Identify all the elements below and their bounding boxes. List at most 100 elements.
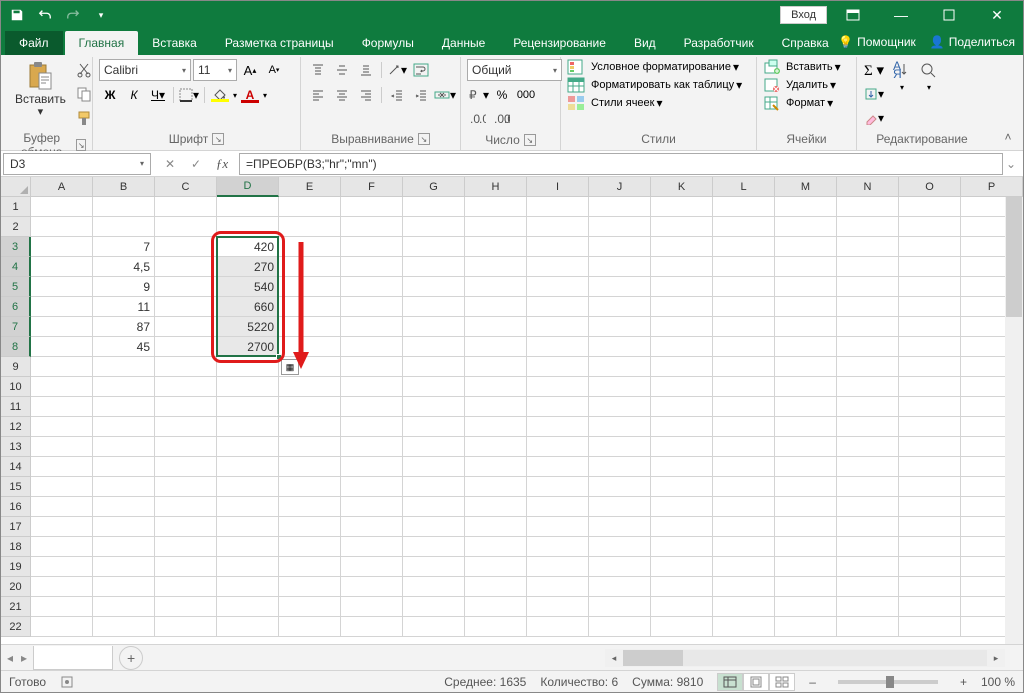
cell[interactable] bbox=[837, 597, 899, 617]
cell[interactable] bbox=[713, 497, 775, 517]
cell[interactable]: 270 bbox=[217, 257, 279, 277]
cell[interactable] bbox=[155, 577, 217, 597]
cell[interactable] bbox=[527, 277, 589, 297]
accounting-format-icon[interactable]: ₽▾ bbox=[467, 84, 489, 106]
row-header[interactable]: 13 bbox=[1, 437, 31, 457]
cell[interactable] bbox=[837, 557, 899, 577]
comma-format-icon[interactable]: 000 bbox=[515, 84, 537, 106]
view-page-layout-icon[interactable] bbox=[743, 673, 769, 691]
cell[interactable] bbox=[341, 517, 403, 537]
cell[interactable] bbox=[837, 217, 899, 237]
cell[interactable] bbox=[589, 457, 651, 477]
cell[interactable] bbox=[899, 617, 961, 637]
cell[interactable] bbox=[341, 577, 403, 597]
cell[interactable] bbox=[31, 357, 93, 377]
cell[interactable] bbox=[93, 397, 155, 417]
cell[interactable] bbox=[403, 417, 465, 437]
italic-button[interactable]: К bbox=[123, 84, 145, 106]
row-header[interactable]: 22 bbox=[1, 617, 31, 637]
cell[interactable] bbox=[155, 477, 217, 497]
cell[interactable] bbox=[155, 217, 217, 237]
cell[interactable] bbox=[31, 377, 93, 397]
cell[interactable] bbox=[899, 317, 961, 337]
cell[interactable] bbox=[31, 337, 93, 357]
cell[interactable] bbox=[403, 197, 465, 217]
cell[interactable] bbox=[899, 577, 961, 597]
cell[interactable] bbox=[93, 457, 155, 477]
column-header[interactable]: A bbox=[31, 177, 93, 197]
cell[interactable]: 4,5 bbox=[93, 257, 155, 277]
cell[interactable] bbox=[155, 197, 217, 217]
cell[interactable] bbox=[217, 497, 279, 517]
cell[interactable] bbox=[527, 337, 589, 357]
cell[interactable] bbox=[589, 237, 651, 257]
cell[interactable] bbox=[341, 317, 403, 337]
cell[interactable] bbox=[31, 417, 93, 437]
cell[interactable] bbox=[651, 397, 713, 417]
cell[interactable] bbox=[465, 197, 527, 217]
cell[interactable] bbox=[527, 237, 589, 257]
cell[interactable] bbox=[93, 577, 155, 597]
cell[interactable] bbox=[155, 417, 217, 437]
column-header[interactable]: M bbox=[775, 177, 837, 197]
cell[interactable] bbox=[527, 617, 589, 637]
cell[interactable] bbox=[899, 357, 961, 377]
cell[interactable] bbox=[713, 337, 775, 357]
cell[interactable] bbox=[31, 617, 93, 637]
cell[interactable] bbox=[775, 437, 837, 457]
cell[interactable] bbox=[341, 537, 403, 557]
tab-insert[interactable]: Вставка bbox=[138, 31, 211, 55]
cell[interactable] bbox=[589, 517, 651, 537]
cell[interactable] bbox=[837, 417, 899, 437]
cell[interactable] bbox=[341, 377, 403, 397]
cell[interactable] bbox=[341, 417, 403, 437]
row-header[interactable]: 19 bbox=[1, 557, 31, 577]
cell[interactable] bbox=[403, 377, 465, 397]
cell[interactable]: 660 bbox=[217, 297, 279, 317]
cell[interactable] bbox=[31, 597, 93, 617]
clipboard-dlg-icon[interactable]: ↘ bbox=[76, 139, 86, 151]
row-header[interactable]: 16 bbox=[1, 497, 31, 517]
cell[interactable]: 420 bbox=[217, 237, 279, 257]
cell[interactable] bbox=[589, 437, 651, 457]
cell[interactable]: 45 bbox=[93, 337, 155, 357]
cell[interactable] bbox=[341, 357, 403, 377]
cell[interactable] bbox=[155, 257, 217, 277]
cell[interactable] bbox=[31, 477, 93, 497]
cell[interactable] bbox=[341, 437, 403, 457]
row-header[interactable]: 5 bbox=[1, 277, 31, 297]
cell[interactable] bbox=[217, 537, 279, 557]
cell[interactable] bbox=[93, 197, 155, 217]
cell[interactable] bbox=[837, 197, 899, 217]
cell[interactable] bbox=[93, 437, 155, 457]
cell[interactable] bbox=[403, 337, 465, 357]
cell[interactable] bbox=[279, 557, 341, 577]
cell[interactable] bbox=[651, 317, 713, 337]
cell[interactable] bbox=[713, 377, 775, 397]
cell[interactable] bbox=[403, 597, 465, 617]
cell[interactable] bbox=[279, 537, 341, 557]
cell[interactable] bbox=[899, 337, 961, 357]
cell[interactable] bbox=[775, 337, 837, 357]
cell[interactable]: 7 bbox=[93, 237, 155, 257]
borders-icon[interactable]: ▾ bbox=[178, 84, 200, 106]
cell[interactable] bbox=[217, 437, 279, 457]
cell[interactable] bbox=[279, 197, 341, 217]
cell[interactable] bbox=[93, 377, 155, 397]
row-header[interactable]: 21 bbox=[1, 597, 31, 617]
cell[interactable] bbox=[341, 457, 403, 477]
sheet-nav-next-icon[interactable]: ▸ bbox=[21, 651, 27, 665]
cell[interactable]: 11 bbox=[93, 297, 155, 317]
row-header[interactable]: 3 bbox=[1, 237, 31, 257]
align-right-icon[interactable] bbox=[355, 84, 377, 106]
select-all-button[interactable] bbox=[1, 177, 31, 197]
cell[interactable] bbox=[279, 337, 341, 357]
cell[interactable] bbox=[775, 617, 837, 637]
cell[interactable] bbox=[403, 437, 465, 457]
cell[interactable] bbox=[713, 217, 775, 237]
row-header[interactable]: 4 bbox=[1, 257, 31, 277]
cell[interactable] bbox=[713, 277, 775, 297]
cell[interactable] bbox=[403, 537, 465, 557]
cell[interactable] bbox=[589, 217, 651, 237]
cell[interactable] bbox=[837, 317, 899, 337]
